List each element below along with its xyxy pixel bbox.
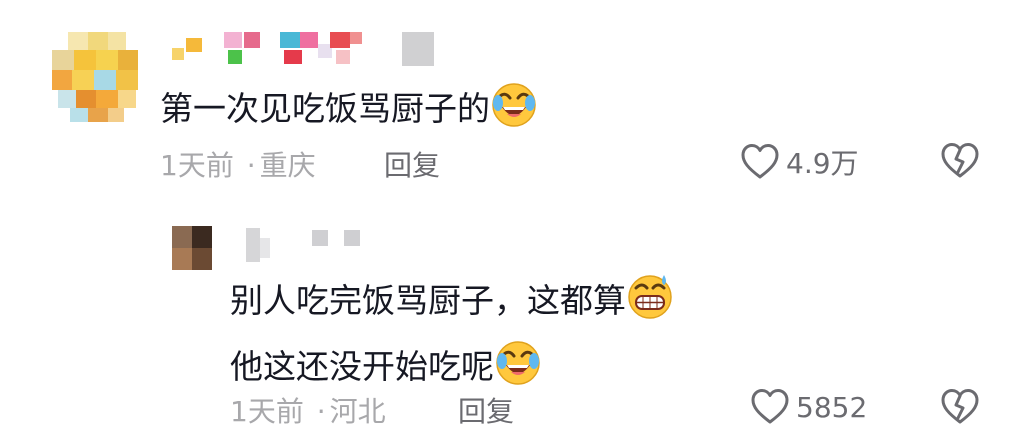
meta-separator: · (246, 149, 256, 182)
comment-time: 1天前 (160, 149, 234, 182)
avatar[interactable] (52, 32, 138, 122)
like-button[interactable]: 4.9万 (740, 142, 859, 182)
like-count: 4.9万 (786, 147, 859, 180)
like-button[interactable]: 5852 (750, 388, 867, 426)
reply-username[interactable] (246, 224, 376, 264)
heart-icon (750, 388, 790, 426)
laughing-crying-emoji-icon (490, 80, 538, 140)
broken-heart-icon (940, 388, 980, 426)
reply-avatar[interactable] (172, 226, 212, 270)
comment-text: 第一次见吃饭骂厨子的 (160, 80, 538, 140)
comment-meta: 1天前 · 重庆 (160, 144, 316, 184)
reply-line-1: 别人吃完饭骂厨子，这都算 (230, 272, 674, 332)
reply-line-1-text: 别人吃完饭骂厨子，这都算 (230, 281, 626, 320)
like-count: 5852 (796, 390, 868, 424)
comment-text-content: 第一次见吃饭骂厨子的 (160, 89, 490, 128)
heart-icon (740, 143, 780, 181)
grinning-sweat-emoji-icon (626, 272, 674, 332)
laughing-crying-emoji-icon (494, 338, 542, 398)
dislike-button[interactable] (940, 142, 980, 184)
reply-location: 河北 (329, 395, 386, 428)
reply-time: 1天前 (230, 395, 304, 428)
reply-meta: 1天前 · 河北 (230, 390, 386, 430)
reply-button[interactable]: 回复 (458, 390, 514, 430)
reply-text: 别人吃完饭骂厨子，这都算 他这还没开始吃呢 (230, 272, 674, 398)
comment-location: 重庆 (259, 149, 316, 182)
broken-heart-icon (940, 142, 980, 180)
dislike-button[interactable] (940, 388, 980, 430)
meta-separator: · (316, 395, 326, 428)
reply-button[interactable]: 回复 (384, 144, 440, 184)
reply-line-2: 他这还没开始吃呢 (230, 338, 674, 398)
reply-line-2-text: 他这还没开始吃呢 (230, 347, 494, 386)
username[interactable] (172, 30, 442, 70)
